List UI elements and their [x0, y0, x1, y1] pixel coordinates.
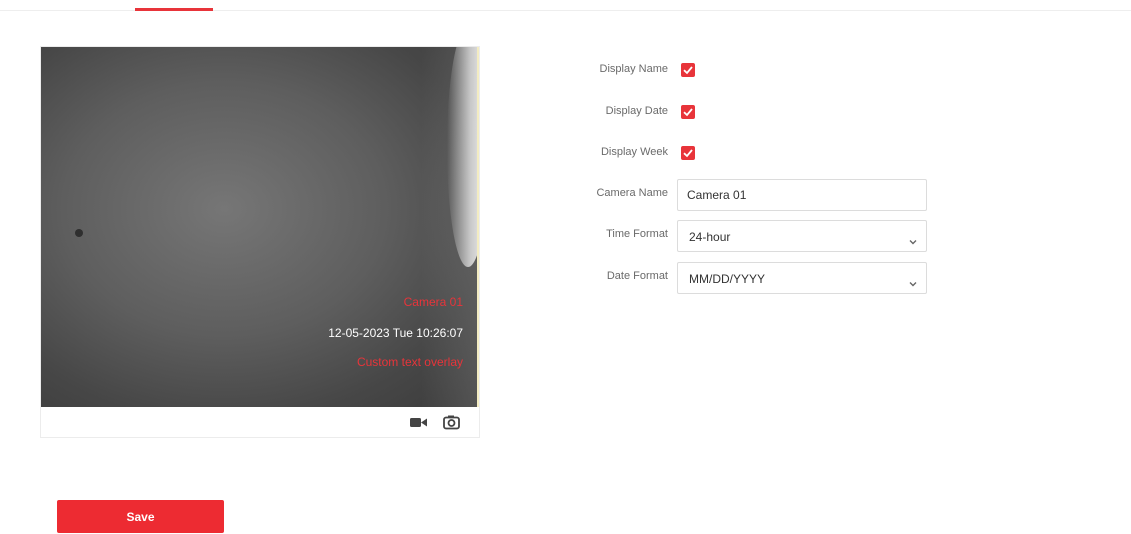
- video-toolbar: [41, 407, 479, 437]
- osd-camera-name[interactable]: Camera 01: [404, 295, 463, 309]
- date-format-label: Date Format: [606, 270, 668, 282]
- osd-custom-text[interactable]: Custom text overlay: [357, 355, 463, 369]
- display-name-checkbox[interactable]: [681, 63, 695, 77]
- time-format-label: Time Format: [606, 228, 668, 240]
- chevron-down-icon: [908, 275, 918, 287]
- video-preview: Camera 01 12-05-2023 Tue 10:26:07 Custom…: [41, 47, 479, 407]
- camera-name-input[interactable]: [677, 179, 927, 211]
- camera-snapshot-icon[interactable]: [442, 414, 462, 430]
- camera-name-label: Camera Name: [596, 187, 668, 199]
- display-week-checkbox[interactable]: [681, 146, 695, 160]
- date-format-value: MM/DD/YYYY: [689, 272, 766, 286]
- osd-datetime[interactable]: 12-05-2023 Tue 10:26:07: [328, 326, 463, 340]
- live-preview-panel: Camera 01 12-05-2023 Tue 10:26:07 Custom…: [40, 46, 480, 438]
- display-name-label: Display Name: [599, 63, 668, 75]
- display-date-label: Display Date: [605, 105, 668, 117]
- display-date-checkbox[interactable]: [681, 105, 695, 119]
- video-camera-icon[interactable]: [409, 414, 429, 430]
- date-format-select[interactable]: MM/DD/YYYY: [677, 262, 927, 294]
- active-tab-indicator: [135, 8, 213, 11]
- time-format-select[interactable]: 24-hour: [677, 220, 927, 252]
- display-week-label: Display Week: [600, 146, 668, 158]
- time-format-value: 24-hour: [689, 230, 731, 244]
- chevron-down-icon: [908, 233, 918, 245]
- save-button[interactable]: Save: [57, 500, 224, 533]
